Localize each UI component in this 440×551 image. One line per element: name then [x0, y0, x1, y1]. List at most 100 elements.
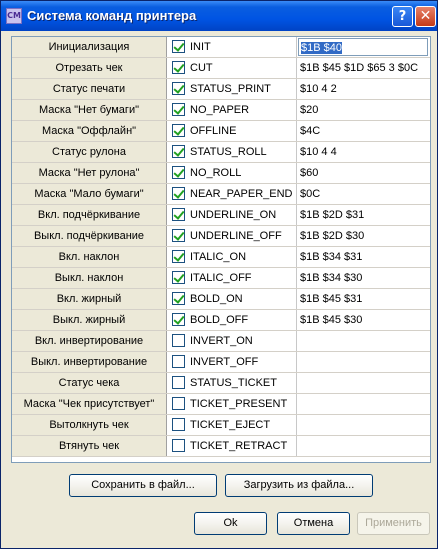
command-name: BOLD_ON [190, 293, 243, 305]
command-code-field[interactable] [298, 332, 428, 350]
command-enable-cell[interactable]: TICKET_EJECT [170, 415, 297, 435]
command-enable-cell[interactable]: NO_ROLL [170, 163, 297, 183]
save-to-file-button[interactable]: Сохранить в файл... [69, 474, 217, 497]
command-code-field[interactable]: $4C [298, 122, 428, 140]
command-code-field[interactable]: $10 4 4 [298, 143, 428, 161]
command-code-field[interactable]: $0C [298, 185, 428, 203]
enable-checkbox[interactable] [172, 166, 185, 179]
command-code-text: $10 4 4 [300, 146, 337, 158]
command-code-field[interactable]: $60 [298, 164, 428, 182]
command-enable-cell[interactable]: INVERT_OFF [170, 352, 297, 372]
dialog-window: CM Система команд принтера ? ✕ Инициализ… [0, 0, 438, 549]
enable-checkbox[interactable] [172, 187, 185, 200]
command-code-field[interactable]: $1B $2D $31 [298, 206, 428, 224]
command-enable-cell[interactable]: STATUS_ROLL [170, 142, 297, 162]
command-label: Статус печати [12, 79, 167, 99]
help-button[interactable]: ? [392, 6, 413, 27]
command-enable-cell[interactable]: INIT [170, 37, 297, 57]
command-code-text: $1B $40 [301, 42, 342, 54]
enable-checkbox[interactable] [172, 397, 185, 410]
enable-checkbox[interactable] [172, 40, 185, 53]
command-code-field[interactable]: $1B $34 $30 [298, 269, 428, 287]
enable-checkbox[interactable] [172, 271, 185, 284]
command-code-field[interactable] [298, 416, 428, 434]
command-name: CUT [190, 62, 213, 74]
command-name: TICKET_RETRACT [190, 440, 288, 452]
command-code-text: $1B $2D $31 [300, 209, 365, 221]
command-code-field[interactable]: $1B $45 $31 [298, 290, 428, 308]
command-code-text: $1B $45 $30 [300, 314, 363, 326]
command-label: Вытолкнуть чек [12, 415, 167, 435]
enable-checkbox[interactable] [172, 145, 185, 158]
command-code-field[interactable]: $1B $45 $30 [298, 311, 428, 329]
command-row: Выкл. жирный BOLD_OFF $1B $45 $30 [12, 310, 430, 331]
command-label: Отрезать чек [12, 58, 167, 78]
command-code-field[interactable]: $1B $45 $1D $65 3 $0C [298, 59, 428, 77]
command-label: Выкл. наклон [12, 268, 167, 288]
command-label: Маска "Нет бумаги" [12, 100, 167, 120]
enable-checkbox[interactable] [172, 313, 185, 326]
command-name: TICKET_PRESENT [190, 398, 288, 410]
ok-button[interactable]: Ok [194, 512, 267, 535]
command-code-text: $60 [300, 167, 319, 179]
window-title: Система команд принтера [27, 8, 197, 23]
command-label: Инициализация [12, 37, 167, 57]
command-name: ITALIC_OFF [190, 272, 252, 284]
command-enable-cell[interactable]: NEAR_PAPER_END [170, 184, 297, 204]
command-label: Статус чека [12, 373, 167, 393]
command-row: Вкл. наклон ITALIC_ON $1B $34 $31 [12, 247, 430, 268]
command-enable-cell[interactable]: ITALIC_ON [170, 247, 297, 267]
command-enable-cell[interactable]: UNDERLINE_OFF [170, 226, 297, 246]
enable-checkbox[interactable] [172, 124, 185, 137]
command-enable-cell[interactable]: TICKET_RETRACT [170, 436, 297, 456]
command-enable-cell[interactable]: UNDERLINE_ON [170, 205, 297, 225]
command-name: STATUS_PRINT [190, 83, 271, 95]
command-enable-cell[interactable]: STATUS_PRINT [170, 79, 297, 99]
command-code-field[interactable] [298, 374, 428, 392]
command-enable-cell[interactable]: BOLD_ON [170, 289, 297, 309]
title-bar[interactable]: CM Система команд принтера ? ✕ [1, 1, 437, 31]
command-code-field[interactable]: $10 4 2 [298, 80, 428, 98]
command-enable-cell[interactable]: OFFLINE [170, 121, 297, 141]
enable-checkbox[interactable] [172, 103, 185, 116]
enable-checkbox[interactable] [172, 250, 185, 263]
command-code-field[interactable] [298, 353, 428, 371]
command-code-field[interactable] [298, 437, 428, 455]
command-enable-cell[interactable]: NO_PAPER [170, 100, 297, 120]
command-enable-cell[interactable]: BOLD_OFF [170, 310, 297, 330]
enable-checkbox[interactable] [172, 355, 185, 368]
command-label: Вкл. подчёркивание [12, 205, 167, 225]
close-button[interactable]: ✕ [415, 6, 436, 27]
command-code-field[interactable]: $1B $34 $31 [298, 248, 428, 266]
enable-checkbox[interactable] [172, 229, 185, 242]
enable-checkbox[interactable] [172, 82, 185, 95]
enable-checkbox[interactable] [172, 439, 185, 452]
enable-checkbox[interactable] [172, 292, 185, 305]
command-code-text: $1B $34 $30 [300, 272, 363, 284]
command-label: Вкл. наклон [12, 247, 167, 267]
command-name: UNDERLINE_OFF [190, 230, 282, 242]
command-code-field[interactable] [298, 395, 428, 413]
command-row: Вытолкнуть чек TICKET_EJECT [12, 415, 430, 436]
enable-checkbox[interactable] [172, 376, 185, 389]
cancel-button[interactable]: Отмена [277, 512, 350, 535]
enable-checkbox[interactable] [172, 61, 185, 74]
enable-checkbox[interactable] [172, 208, 185, 221]
command-row: Выкл. наклон ITALIC_OFF $1B $34 $30 [12, 268, 430, 289]
command-enable-cell[interactable]: STATUS_TICKET [170, 373, 297, 393]
enable-checkbox[interactable] [172, 418, 185, 431]
command-enable-cell[interactable]: CUT [170, 58, 297, 78]
command-enable-cell[interactable]: ITALIC_OFF [170, 268, 297, 288]
apply-button[interactable]: Применить [357, 512, 430, 535]
command-code-field[interactable]: $20 [298, 101, 428, 119]
command-code-field[interactable]: $1B $40 [298, 38, 428, 56]
command-name: STATUS_ROLL [190, 146, 267, 158]
command-enable-cell[interactable]: INVERT_ON [170, 331, 297, 351]
load-from-file-button[interactable]: Загрузить из файла... [225, 474, 373, 497]
command-name: NO_ROLL [190, 167, 242, 179]
command-enable-cell[interactable]: TICKET_PRESENT [170, 394, 297, 414]
command-label: Маска "Чек присутствует" [12, 394, 167, 414]
command-row: Инициализация INIT $1B $40 [12, 37, 430, 58]
enable-checkbox[interactable] [172, 334, 185, 347]
command-code-field[interactable]: $1B $2D $30 [298, 227, 428, 245]
